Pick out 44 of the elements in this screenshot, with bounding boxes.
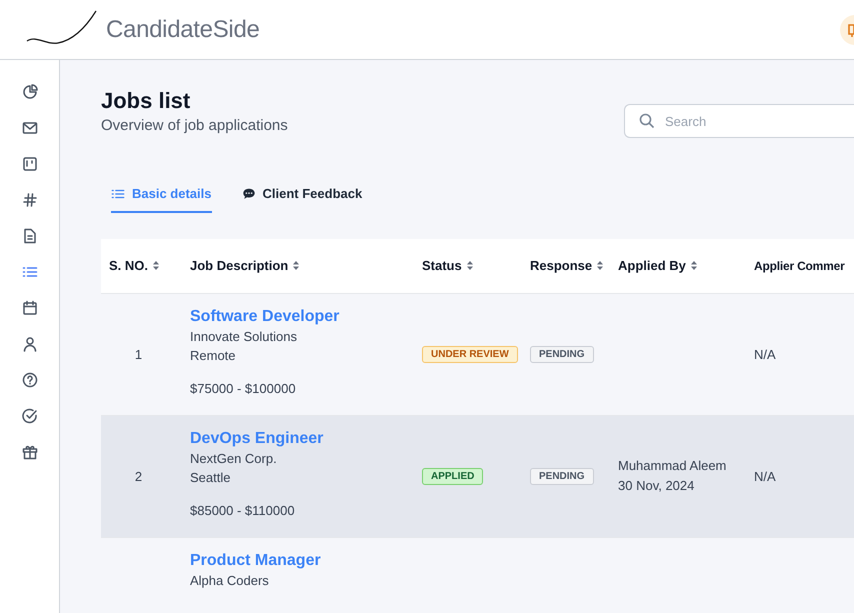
mail-icon[interactable] xyxy=(22,120,38,136)
row-number: 1 xyxy=(134,346,142,362)
document-icon[interactable] xyxy=(22,228,38,244)
salary-range: $85000 - $110000 xyxy=(190,502,296,520)
column-header[interactable]: Applier Commer xyxy=(754,239,854,293)
applied-date: 30 Nov, 2024 xyxy=(618,477,696,495)
sort-icon xyxy=(293,261,300,270)
user-icon[interactable] xyxy=(22,336,38,352)
column-header[interactable]: Job Description xyxy=(190,239,422,293)
sort-icon xyxy=(597,261,604,270)
response-badge: PENDING xyxy=(530,468,594,485)
check-circle-icon[interactable] xyxy=(22,408,38,424)
response-badge: PENDING xyxy=(530,346,594,363)
page-subtitle: Overview of job applications xyxy=(101,117,289,134)
chat-bubble-icon xyxy=(242,186,256,200)
pie-chart-icon[interactable] xyxy=(22,84,38,100)
board-icon[interactable] xyxy=(22,156,38,172)
row-number: 2 xyxy=(134,468,142,484)
column-header[interactable]: Status xyxy=(422,239,530,293)
job-location: Seattle xyxy=(190,468,232,486)
gift-icon[interactable] xyxy=(22,444,38,460)
comment-text: N/A xyxy=(754,346,776,362)
applicant-name: Muhammad Aleem xyxy=(618,457,728,475)
column-header[interactable]: S. NO. xyxy=(101,239,190,293)
salary-range: $75000 - $100000 xyxy=(190,380,297,398)
comment-text: N/A xyxy=(754,468,776,484)
company-name: Alpha Coders xyxy=(190,572,270,590)
page-title: Jobs list xyxy=(101,88,192,114)
hash-icon[interactable] xyxy=(22,192,38,208)
column-header[interactable]: Response xyxy=(530,239,618,293)
calendar-icon[interactable] xyxy=(22,300,38,316)
company-name: Innovate Solutions xyxy=(190,328,298,346)
help-icon[interactable] xyxy=(22,372,38,388)
sort-icon xyxy=(153,261,160,270)
job-location: Remote xyxy=(190,346,237,364)
status-badge: APPLIED xyxy=(422,468,484,485)
sort-icon xyxy=(466,261,473,270)
tab[interactable]: Client Feedback xyxy=(242,186,362,213)
brand-name: CandidateSide xyxy=(106,16,260,44)
column-header[interactable]: Applied By xyxy=(618,239,754,293)
sort-icon xyxy=(690,261,697,270)
search-field[interactable]: Search xyxy=(624,104,854,138)
company-name: NextGen Corp. xyxy=(190,450,278,468)
status-badge: UNDER REVIEW xyxy=(422,346,518,363)
